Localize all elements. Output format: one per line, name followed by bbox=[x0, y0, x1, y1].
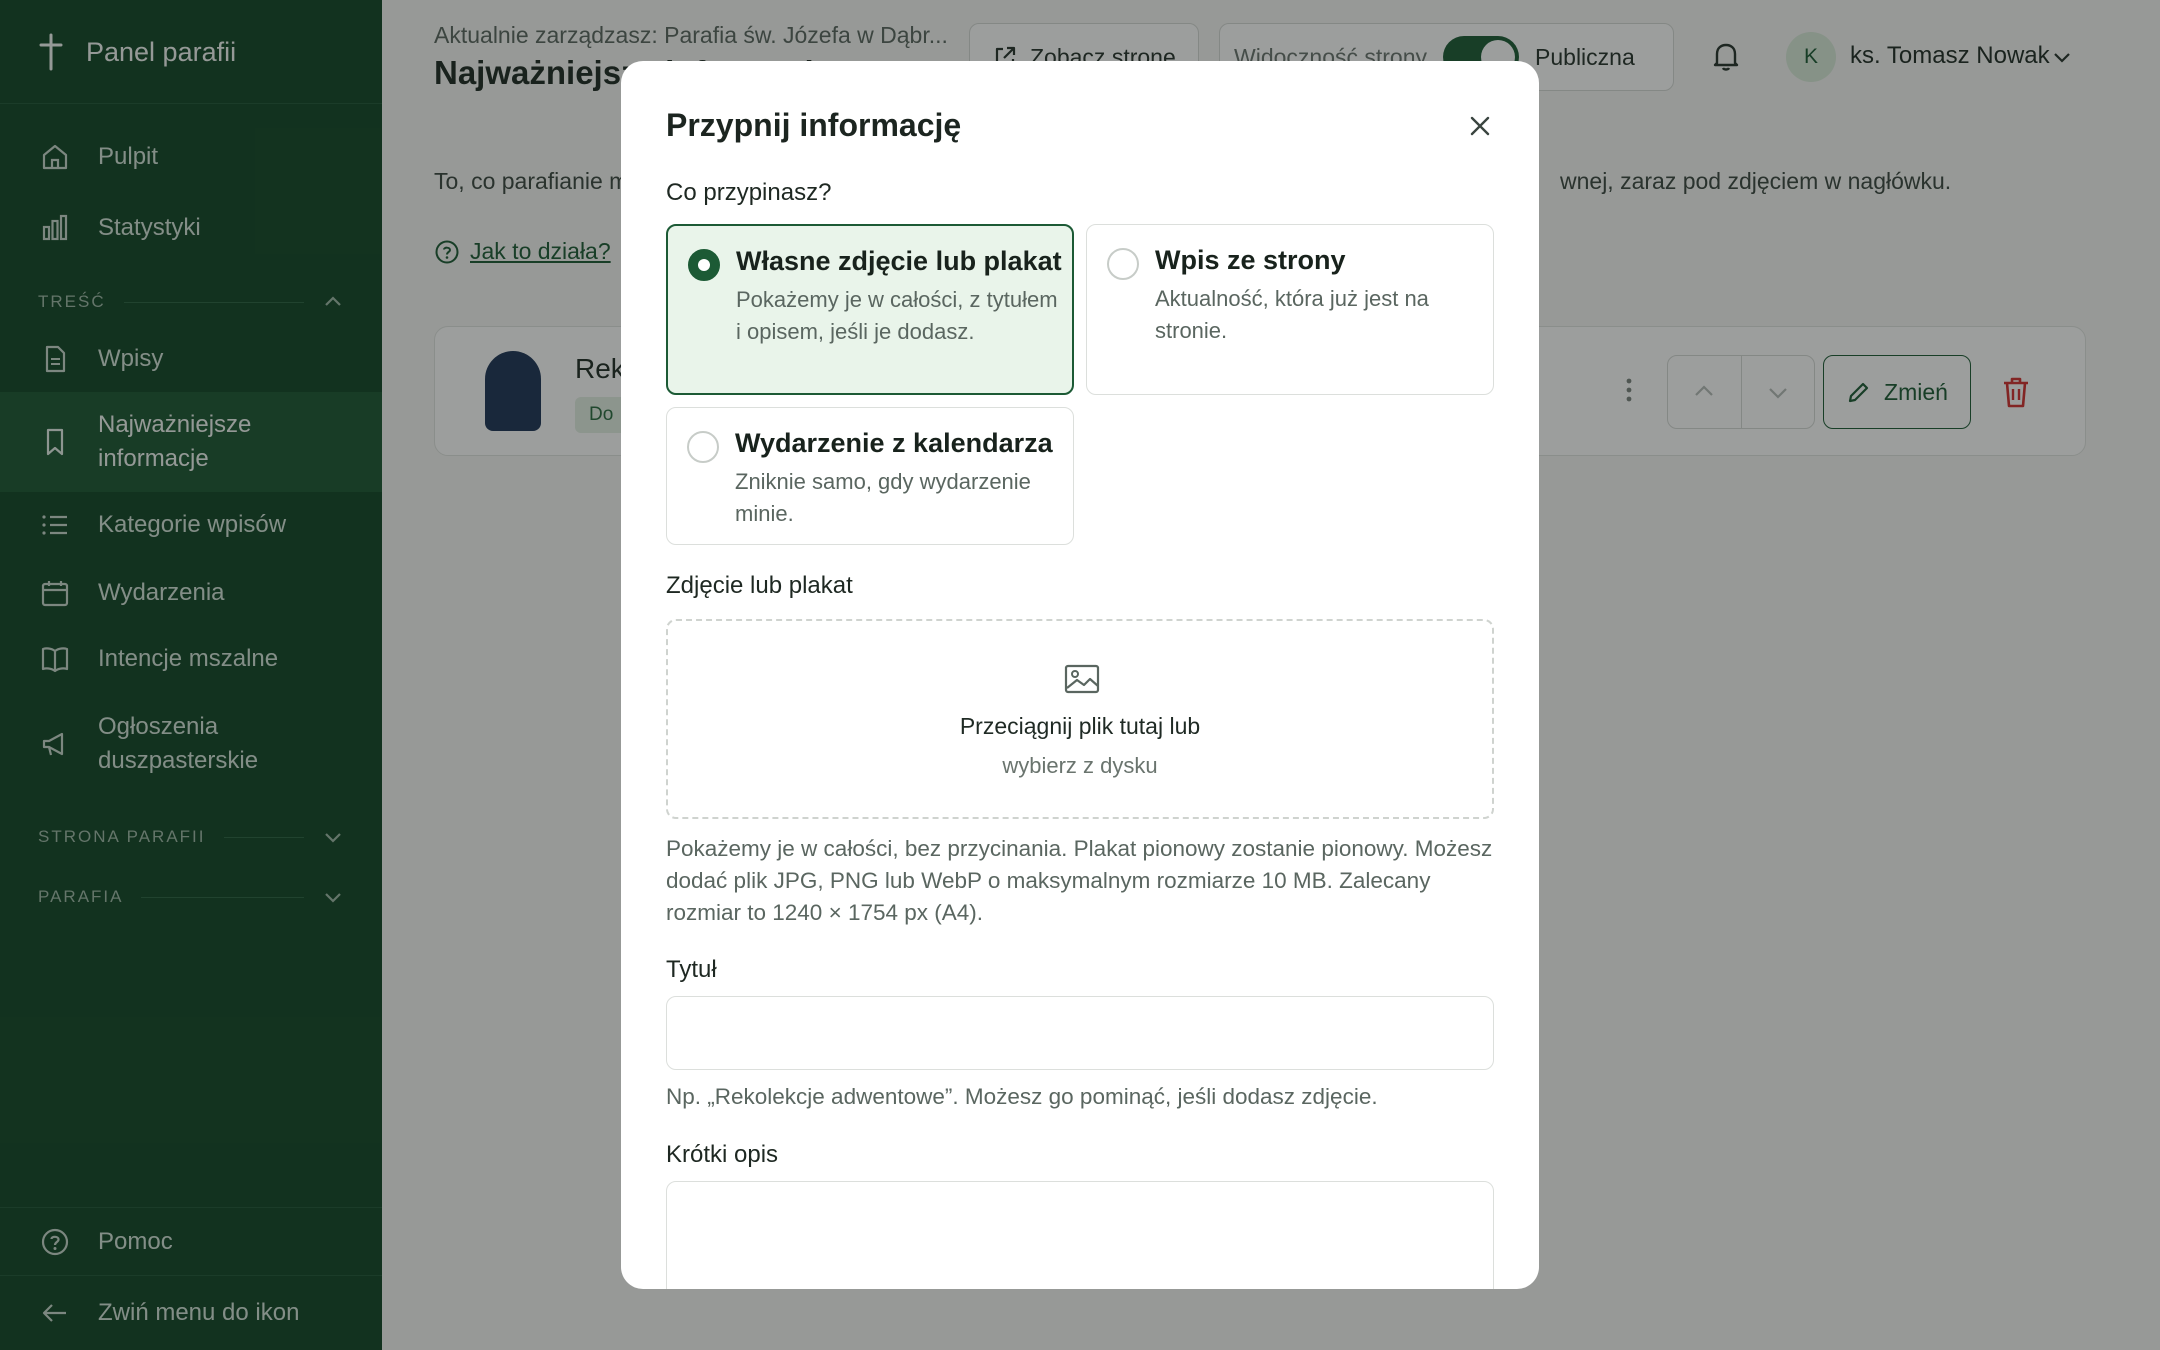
type-question: Co przypinasz? bbox=[666, 179, 832, 206]
pin-info-dialog: Przypnij informację Co przypinasz? Własn… bbox=[621, 61, 1539, 1289]
title-field-label: Tytuł bbox=[666, 956, 717, 983]
browse-link[interactable]: wybierz z dysku bbox=[668, 753, 1492, 779]
radio-selected[interactable] bbox=[688, 249, 720, 281]
option-title: Wydarzenie z kalendarza bbox=[735, 428, 1053, 458]
title-input[interactable] bbox=[666, 996, 1494, 1070]
option-description: Zniknie samo, gdy wydarzenie minie. bbox=[735, 469, 1031, 526]
option-title: Wpis ze strony bbox=[1155, 245, 1346, 275]
description-field-label: Krótki opis bbox=[666, 1141, 779, 1168]
radio-unselected[interactable] bbox=[1107, 248, 1139, 280]
image-icon bbox=[1064, 664, 1100, 694]
option-title: Własne zdjęcie lub plakat bbox=[736, 246, 1062, 276]
radio-unselected[interactable] bbox=[687, 431, 719, 463]
option-description: Pokażemy je w całości, z tytułem i opise… bbox=[736, 287, 1058, 344]
file-dropzone[interactable]: Przeciągnij plik tutaj lub wybierz z dys… bbox=[666, 619, 1494, 819]
option-site-post[interactable]: Wpis ze strony Aktualność, która już jes… bbox=[1086, 224, 1494, 395]
dialog-title: Przypnij informację bbox=[666, 107, 962, 143]
option-description: Aktualność, która już jest na stronie. bbox=[1155, 286, 1429, 343]
option-own-image[interactable]: Własne zdjęcie lub plakat Pokażemy je w … bbox=[666, 224, 1074, 395]
photo-field-label: Zdjęcie lub plakat bbox=[666, 572, 853, 599]
option-calendar-event[interactable]: Wydarzenie z kalendarza Zniknie samo, gd… bbox=[666, 407, 1074, 545]
photo-help-text: Pokażemy je w całości, bez przycinania. … bbox=[666, 836, 1493, 925]
close-icon[interactable] bbox=[1463, 109, 1497, 143]
title-help-text: Np. „Rekolekcje adwentowe”. Możesz go po… bbox=[666, 1084, 1378, 1109]
description-textarea[interactable] bbox=[666, 1181, 1494, 1289]
dropzone-text: Przeciągnij plik tutaj lub bbox=[959, 713, 1201, 739]
